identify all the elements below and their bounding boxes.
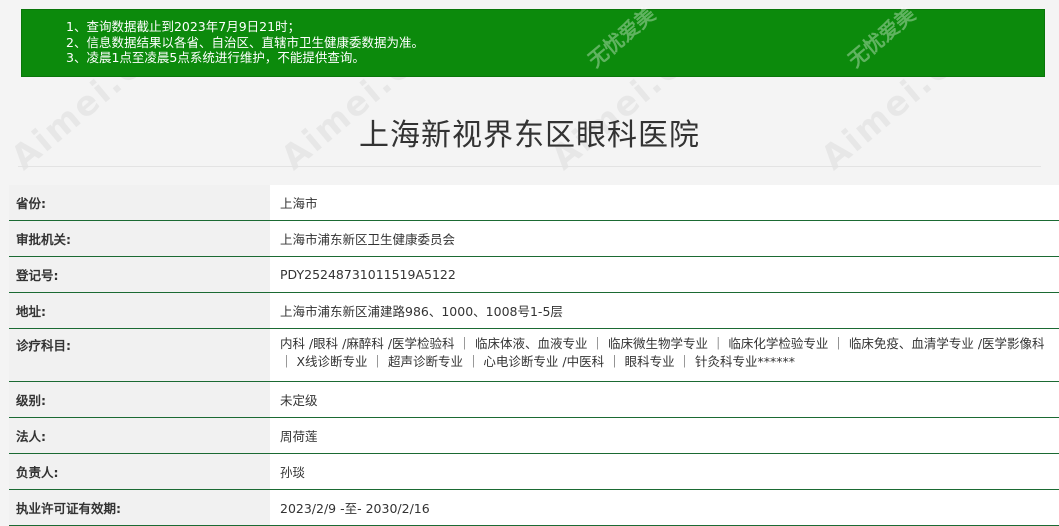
- row-value: PDY25248731011519A5122: [270, 257, 1059, 292]
- row-province: 省份: 上海市: [9, 185, 1059, 221]
- row-address: 地址: 上海市浦东新区浦建路986、1000、1008号1-5层: [9, 293, 1059, 329]
- row-value: 上海市浦东新区浦建路986、1000、1008号1-5层: [270, 293, 1059, 328]
- row-legal-person: 法人: 周荷莲: [9, 418, 1059, 454]
- row-value: 上海市: [270, 185, 1059, 220]
- row-label: 登记号:: [9, 257, 270, 292]
- page-title: 上海新视界东区眼科医院: [359, 118, 700, 153]
- row-value: 上海市浦东新区卫生健康委员会: [270, 221, 1059, 256]
- row-value: 周荷莲: [270, 418, 1059, 453]
- row-license-validity: 执业许可证有效期: 2023/2/9 -至- 2030/2/16: [9, 490, 1059, 526]
- row-label: 法人:: [9, 418, 270, 453]
- row-value: 内科 /眼科 /麻醉科 /医学检验科 ｜ 临床体液、血液专业 ｜ 临床微生物学专…: [270, 329, 1059, 381]
- notice-line-2: 2、信息数据结果以各省、自治区、直辖市卫生健康委数据为准。: [66, 34, 424, 50]
- info-table: 省份: 上海市 审批机关: 上海市浦东新区卫生健康委员会 登记号: PDY252…: [9, 185, 1059, 526]
- row-label: 级别:: [9, 382, 270, 417]
- row-label: 执业许可证有效期:: [9, 490, 270, 525]
- row-departments: 诊疗科目: 内科 /眼科 /麻醉科 /医学检验科 ｜ 临床体液、血液专业 ｜ 临…: [9, 329, 1059, 382]
- title-divider: [18, 166, 1041, 167]
- notice-banner: 1、查询数据截止到2023年7月9日21时； 2、信息数据结果以各省、自治区、直…: [21, 2, 1045, 77]
- row-level: 级别: 未定级: [9, 382, 1059, 418]
- row-value: 孙琰: [270, 454, 1059, 489]
- row-label: 审批机关:: [9, 221, 270, 256]
- row-value: 2023/2/9 -至- 2030/2/16: [270, 490, 1059, 525]
- row-value: 未定级: [270, 382, 1059, 417]
- row-label: 负责人:: [9, 454, 270, 489]
- row-label: 地址:: [9, 293, 270, 328]
- row-approval-authority: 审批机关: 上海市浦东新区卫生健康委员会: [9, 221, 1059, 257]
- notice-line-3: 3、凌晨1点至凌晨5点系统进行维护，不能提供查询。: [66, 50, 365, 65]
- row-registration-number: 登记号: PDY25248731011519A5122: [9, 257, 1059, 293]
- row-label: 省份:: [9, 185, 270, 220]
- row-responsible-person: 负责人: 孙琰: [9, 454, 1059, 490]
- row-label: 诊疗科目:: [9, 329, 270, 381]
- notice-line-1: 1、查询数据截止到2023年7月9日21时；: [66, 19, 301, 34]
